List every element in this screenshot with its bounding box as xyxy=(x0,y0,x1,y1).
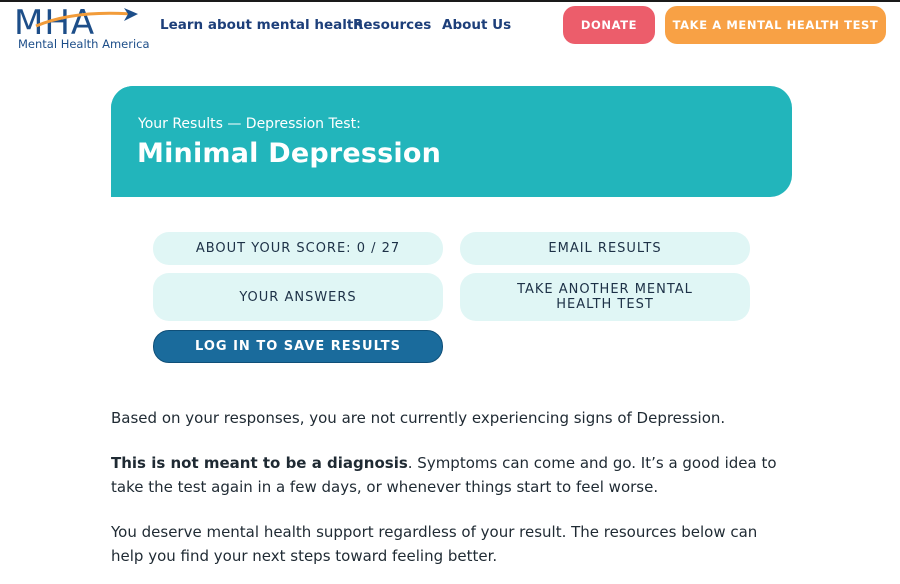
result-subtitle: Your Results — Depression Test: xyxy=(138,116,361,132)
diagnosis-disclaimer: This is not meant to be a diagnosis. Sym… xyxy=(111,451,791,499)
logo-subtitle: Mental Health America xyxy=(18,37,150,51)
nav-about-us[interactable]: About Us xyxy=(442,17,511,33)
nav-learn-about-mental-health[interactable]: Learn about mental health xyxy=(160,17,363,33)
about-your-score-button[interactable]: ABOUT YOUR SCORE: 0 / 27 xyxy=(153,232,443,265)
result-title: Minimal Depression xyxy=(137,138,442,169)
take-mental-health-test-button[interactable]: TAKE A MENTAL HEALTH TEST xyxy=(665,6,886,44)
result-explanation: Based on your responses, you are not cur… xyxy=(111,409,726,427)
take-another-test-button[interactable]: TAKE ANOTHER MENTAL HEALTH TEST xyxy=(460,273,750,321)
log-in-to-save-results-button[interactable]: LOG IN TO SAVE RESULTS xyxy=(153,330,443,363)
donate-button[interactable]: DONATE xyxy=(563,6,655,44)
mha-logo-mark: MHA xyxy=(14,4,138,38)
nav-resources[interactable]: Resources xyxy=(353,17,431,33)
result-banner: Your Results — Depression Test: Minimal … xyxy=(111,86,792,197)
support-message: You deserve mental health support regard… xyxy=(111,523,758,565)
top-border xyxy=(0,0,900,2)
disclaimer-bold: This is not meant to be a diagnosis xyxy=(111,454,408,472)
email-results-button[interactable]: EMAIL RESULTS xyxy=(460,232,750,265)
your-answers-button[interactable]: YOUR ANSWERS xyxy=(153,273,443,321)
mha-logo[interactable]: MHA Mental Health America xyxy=(14,4,150,51)
